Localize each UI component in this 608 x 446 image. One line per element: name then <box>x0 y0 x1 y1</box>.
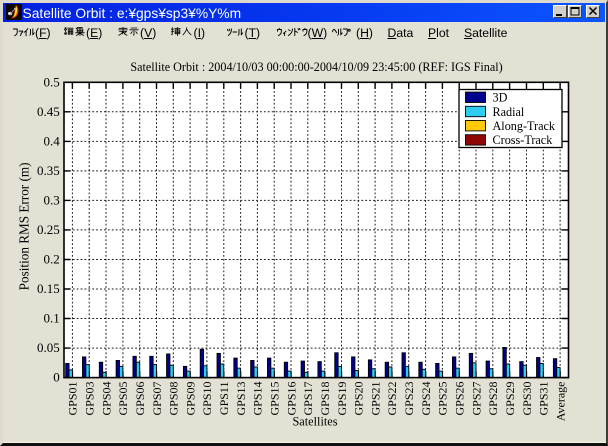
svg-text:GPS13: GPS13 <box>234 382 248 416</box>
svg-text:0: 0 <box>53 370 60 385</box>
svg-text:GPS19: GPS19 <box>335 382 349 416</box>
svg-text:0.4: 0.4 <box>44 134 61 149</box>
svg-text:GPS09: GPS09 <box>183 382 197 416</box>
svg-text:GPS20: GPS20 <box>352 382 366 416</box>
svg-text:GPS01: GPS01 <box>66 382 80 416</box>
svg-text:GPS26: GPS26 <box>453 382 467 416</box>
svg-text:GPS23: GPS23 <box>402 382 416 416</box>
svg-text:GPS21: GPS21 <box>368 382 382 416</box>
svg-text:3D: 3D <box>493 91 508 105</box>
svg-text:Satellite Orbit : 2004/10/03 0: Satellite Orbit : 2004/10/03 00:00:00-20… <box>130 60 502 74</box>
svg-text:Position RMS Error (m): Position RMS Error (m) <box>17 162 32 290</box>
svg-text:0.2: 0.2 <box>44 252 60 267</box>
svg-text:GPS04: GPS04 <box>99 382 113 416</box>
svg-text:0.05: 0.05 <box>37 340 60 355</box>
svg-text:GPS24: GPS24 <box>419 382 433 416</box>
svg-text:GPS17: GPS17 <box>301 382 315 416</box>
svg-text:GPS28: GPS28 <box>486 382 500 416</box>
svg-text:GPS08: GPS08 <box>167 382 181 416</box>
svg-text:GPS22: GPS22 <box>385 382 399 416</box>
svg-text:GPS05: GPS05 <box>116 382 130 416</box>
svg-text:0.3: 0.3 <box>44 193 60 208</box>
svg-text:Cross-Track: Cross-Track <box>493 133 554 147</box>
svg-text:0.1: 0.1 <box>44 311 60 326</box>
svg-text:0.45: 0.45 <box>37 104 60 119</box>
svg-text:GPS11: GPS11 <box>217 382 231 416</box>
svg-text:GPS06: GPS06 <box>133 382 147 416</box>
svg-text:GPS29: GPS29 <box>503 382 517 416</box>
svg-text:GPS18: GPS18 <box>318 382 332 416</box>
svg-text:Satellites: Satellites <box>292 415 337 429</box>
svg-text:0.35: 0.35 <box>37 163 60 178</box>
svg-text:GPS14: GPS14 <box>251 382 265 416</box>
svg-text:Along-Track: Along-Track <box>493 119 556 133</box>
svg-text:GPS16: GPS16 <box>284 382 298 416</box>
svg-text:0.15: 0.15 <box>37 281 60 296</box>
svg-text:GPS07: GPS07 <box>150 382 164 416</box>
svg-text:0.5: 0.5 <box>44 74 60 89</box>
svg-text:GPS25: GPS25 <box>436 382 450 416</box>
svg-text:0.25: 0.25 <box>37 222 60 237</box>
svg-text:Average: Average <box>553 382 567 422</box>
svg-text:Radial: Radial <box>493 105 525 119</box>
svg-text:GPS31: GPS31 <box>537 382 551 416</box>
svg-text:GPS10: GPS10 <box>200 382 214 416</box>
svg-text:GPS30: GPS30 <box>520 382 534 416</box>
svg-text:GPS15: GPS15 <box>268 382 282 416</box>
svg-text:GPS27: GPS27 <box>469 382 483 416</box>
svg-text:GPS03: GPS03 <box>83 382 97 416</box>
